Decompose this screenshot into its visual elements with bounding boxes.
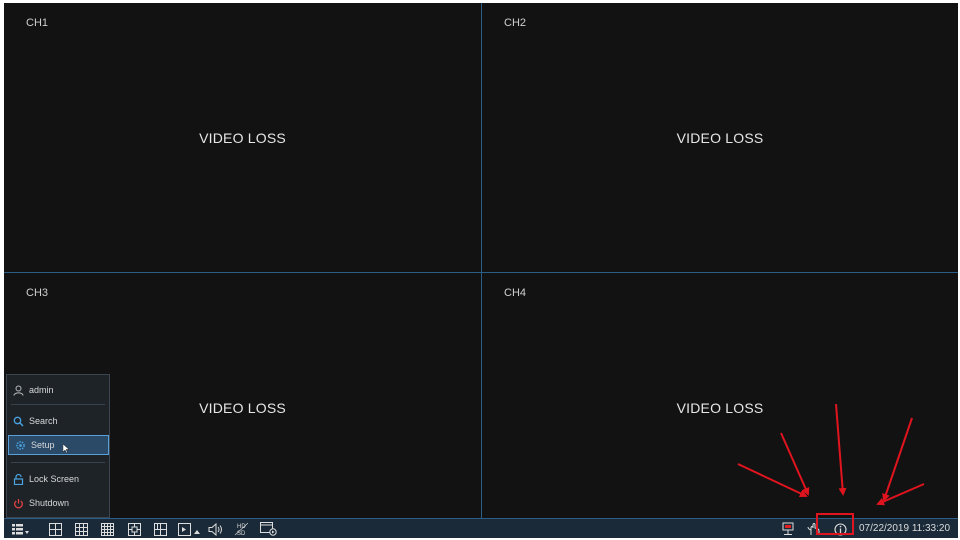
video-loss-text: VIDEO LOSS bbox=[199, 130, 286, 146]
menu-item-label: Lock Screen bbox=[29, 474, 80, 484]
menu-item-lock-screen[interactable]: Lock Screen bbox=[7, 469, 109, 489]
layout-9-icon[interactable] bbox=[74, 522, 88, 536]
menu-item-search[interactable]: Search bbox=[7, 411, 109, 431]
menu-item-label: Shutdown bbox=[29, 498, 70, 508]
grid-divider-vertical bbox=[481, 3, 482, 518]
menu-item-label: Search bbox=[29, 416, 58, 426]
menu-user: admin bbox=[7, 380, 109, 400]
date-time-display: 07/22/2019 11:33:20 bbox=[859, 523, 951, 534]
hd-sd-icon[interactable]: HD SD bbox=[233, 522, 251, 536]
playback-icon[interactable] bbox=[260, 522, 278, 536]
menu-item-shutdown[interactable]: Shutdown bbox=[7, 493, 109, 513]
mouse-cursor-icon bbox=[62, 443, 70, 455]
grid-divider-horizontal bbox=[4, 272, 958, 273]
dvr-screen: CH1 VIDEO LOSS CH2 VIDEO LOSS CH3 VIDEO … bbox=[4, 3, 958, 538]
channel-label: CH4 bbox=[504, 287, 527, 299]
network-icon[interactable] bbox=[780, 522, 796, 536]
menu-item-setup[interactable]: Setup bbox=[8, 435, 109, 455]
taskbar: HD SD 07/22/2019 11:33:20 bbox=[4, 518, 958, 538]
menu-separator bbox=[11, 462, 105, 463]
menu-separator bbox=[11, 404, 105, 405]
channel-label: CH1 bbox=[26, 17, 49, 29]
highlight-box bbox=[816, 513, 854, 535]
channel-label: CH3 bbox=[26, 287, 49, 299]
gear-icon bbox=[9, 440, 31, 451]
menu-user-name: admin bbox=[29, 385, 54, 395]
menu-item-label: Setup bbox=[31, 440, 55, 450]
lock-icon bbox=[7, 473, 29, 485]
volume-icon[interactable] bbox=[208, 522, 224, 536]
channel-tile-ch1[interactable]: CH1 VIDEO LOSS bbox=[4, 3, 481, 272]
layout-pip-icon[interactable] bbox=[153, 522, 167, 536]
layout-4-icon[interactable] bbox=[48, 522, 62, 536]
sequence-icon[interactable] bbox=[178, 522, 202, 536]
video-loss-text: VIDEO LOSS bbox=[676, 130, 764, 146]
start-menu-icon[interactable] bbox=[10, 522, 32, 536]
layout-16-icon[interactable] bbox=[100, 522, 114, 536]
start-menu: admin Search Setup Lock Screen Shutdown bbox=[6, 374, 110, 518]
power-icon bbox=[7, 498, 29, 509]
user-icon bbox=[7, 385, 29, 396]
channel-label: CH2 bbox=[504, 17, 527, 29]
search-icon bbox=[7, 416, 29, 427]
video-loss-text: VIDEO LOSS bbox=[676, 400, 764, 416]
channel-tile-ch2[interactable]: CH2 VIDEO LOSS bbox=[482, 3, 958, 272]
channel-tile-ch4[interactable]: CH4 VIDEO LOSS bbox=[482, 273, 958, 518]
layout-custom-icon[interactable] bbox=[127, 522, 141, 536]
